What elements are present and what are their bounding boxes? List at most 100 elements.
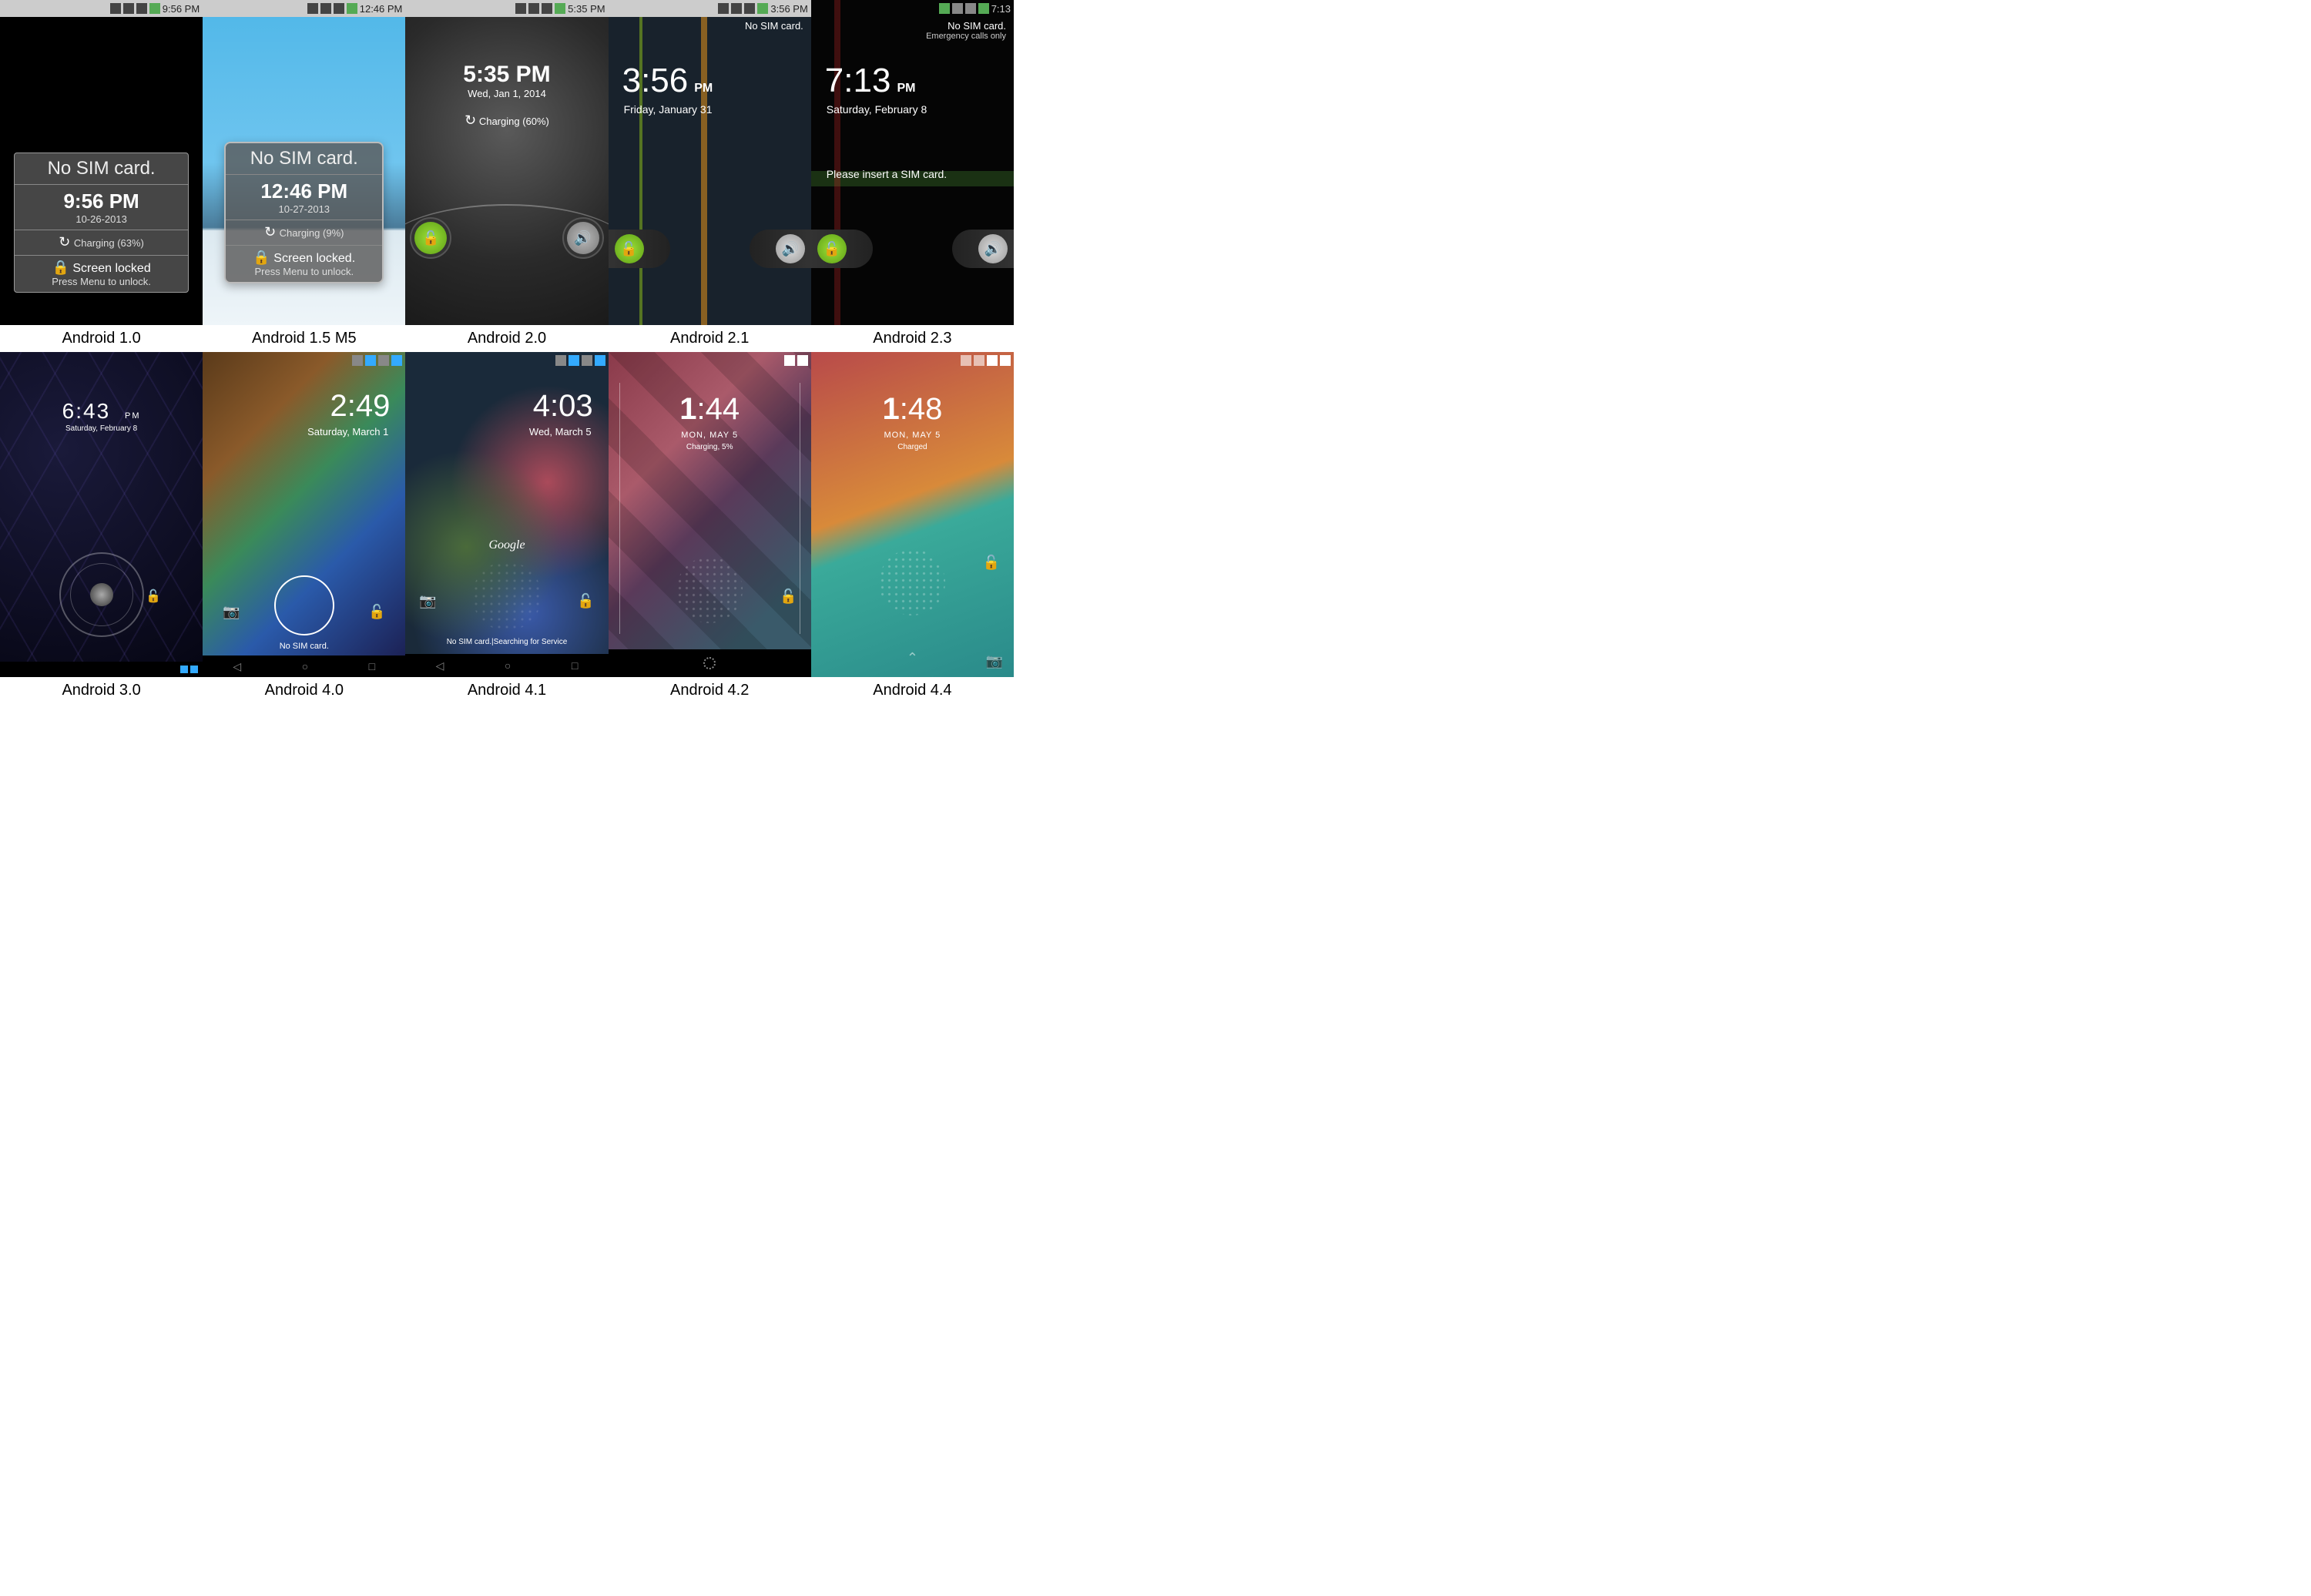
signal-icon	[952, 3, 963, 14]
unlock-tab[interactable]: 🔓	[609, 230, 670, 268]
lockscreen-android-4-0: 2:49 Saturday, March 1 📷 🔓 No SIM card. …	[203, 352, 405, 677]
unlock-ring[interactable]	[472, 562, 542, 631]
unlock-ring[interactable]	[879, 549, 945, 615]
clock-date: Wed, Jan 1, 2014	[405, 88, 608, 99]
recents-icon[interactable]: □	[369, 660, 375, 672]
clock-time: 4:03	[533, 389, 593, 424]
clock-date: Friday, January 31	[624, 103, 713, 116]
signal-icon	[378, 355, 389, 366]
wifi-icon	[365, 355, 376, 366]
clock-time: 2:49	[330, 389, 391, 424]
status-bar: 12:46 PM	[203, 0, 405, 17]
vibrate-icon	[352, 355, 363, 366]
back-icon[interactable]: ◁	[233, 660, 241, 673]
clock-time: 12:46 PM	[226, 179, 382, 203]
charging-text: Charging (9%)	[280, 227, 344, 239]
charge-icon: ↻	[59, 235, 70, 249]
signal-bars-icon	[965, 3, 976, 14]
warning-icon	[528, 3, 539, 14]
caption: Android 4.1	[405, 677, 608, 704]
charge-icon: ↻	[264, 225, 276, 239]
recents-icon[interactable]: □	[572, 659, 578, 672]
sim-message: Please insert a SIM card.	[827, 168, 947, 180]
sd-icon	[718, 3, 729, 14]
back-icon[interactable]: ◁	[436, 659, 444, 672]
sd-icon	[515, 3, 526, 14]
battery-icon	[978, 3, 989, 14]
chevron-up-icon[interactable]: ⌃	[811, 650, 1014, 666]
lock-card: No SIM card. 12:46 PM10-27-2013 ↻ Chargi…	[224, 142, 384, 283]
no-sim-text: No SIM card.	[15, 158, 188, 179]
charging-text: Charging, 5%	[609, 443, 811, 451]
status-time: 7:13	[991, 3, 1011, 15]
wifi-icon	[569, 355, 579, 366]
home-icon[interactable]: ○	[302, 660, 308, 672]
home-icon[interactable]: ○	[505, 659, 511, 672]
sound-slider[interactable]: 🔊	[567, 222, 599, 254]
location-icon	[974, 355, 984, 366]
unlock-icon[interactable]: 🔓	[983, 555, 1000, 569]
google-text[interactable]: Google	[405, 538, 608, 552]
status-bar: 7:13	[811, 0, 1014, 17]
clock-time: 5:35 PM	[405, 62, 608, 88]
screenshot-grid: 9:56 PM No SIM card. 9:56 PM10-26-2013 ↻…	[0, 0, 1014, 704]
lockscreen-android-4-1: 4:03 Wed, March 5 Google 📷 🔓 No SIM card…	[405, 352, 608, 677]
unlock-ring[interactable]	[676, 557, 743, 623]
bluetooth-icon	[961, 355, 971, 366]
caption: Android 2.1	[609, 325, 811, 352]
caption: Android 4.0	[203, 677, 405, 704]
wifi-icon	[784, 355, 795, 366]
clock-time: 1:44	[609, 392, 811, 427]
signal-icon	[320, 3, 331, 14]
clock-date: MON, MAY 5	[609, 431, 811, 440]
lockscreen-android-4-4: 1:48 MON, MAY 5 Charged 🔓 ⌃ 📷	[811, 352, 1014, 677]
no-sim-text: No SIM card.	[745, 20, 803, 32]
battery-icon	[391, 355, 402, 366]
status-bar	[609, 352, 811, 369]
camera-icon[interactable]: 📷	[223, 605, 240, 619]
status-bar	[203, 352, 405, 369]
wifi-icon	[987, 355, 998, 366]
camera-icon[interactable]: 📷	[419, 594, 436, 608]
camera-icon[interactable]: 📷	[986, 654, 1003, 668]
unlock-ring[interactable]	[59, 552, 144, 637]
unlock-icon[interactable]: 🔓	[780, 589, 797, 603]
clock-date: Saturday, March 1	[307, 426, 388, 438]
caption: Android 3.0	[0, 677, 203, 704]
lockscreen-android-2-0: 5:35 PM 5:35 PM Wed, Jan 1, 2014 ↻ Charg…	[405, 0, 608, 325]
unlock-ring[interactable]	[274, 575, 334, 635]
caption: Android 4.2	[609, 677, 811, 704]
unlock-hint: Press Menu to unlock.	[15, 276, 188, 287]
caption: Android 1.0	[0, 325, 203, 352]
unlock-handle[interactable]	[90, 583, 113, 606]
caption: Android 2.0	[405, 325, 608, 352]
vibrate-icon	[555, 355, 566, 366]
caption: Android 2.3	[811, 325, 1014, 352]
unlock-tab[interactable]: 🔓	[811, 230, 873, 268]
clock-time: 6:43 PM	[0, 398, 203, 424]
unlock-icon[interactable]: 🔓	[577, 594, 594, 608]
battery-icon	[149, 3, 160, 14]
caption: Android 4.4	[811, 677, 1014, 704]
clock-date: Saturday, February 8	[0, 424, 203, 433]
clock-date: MON, MAY 5	[811, 431, 1014, 440]
locked-text: Screen locked	[72, 262, 150, 275]
nav-bar: ◁ ○ □	[405, 654, 608, 677]
lockscreen-android-1-0: 9:56 PM No SIM card. 9:56 PM10-26-2013 ↻…	[0, 0, 203, 325]
charge-icon: ↻	[465, 113, 476, 127]
lockscreen-android-4-2: 1:44 MON, MAY 5 Charging, 5% 🔓	[609, 352, 811, 677]
unlock-icon[interactable]: 🔓	[368, 605, 385, 619]
nav-bar	[609, 649, 811, 677]
clock-date: Wed, March 5	[529, 426, 592, 438]
clock-date: 10-26-2013	[15, 213, 188, 225]
lock-icon: 🔓	[146, 591, 161, 603]
no-sim-text: No SIM card.	[226, 148, 382, 169]
clock-time: 3:56PM	[622, 62, 713, 100]
battery-icon	[757, 3, 768, 14]
battery-icon	[1000, 355, 1011, 366]
unlock-hint: Press Menu to unlock.	[226, 266, 382, 277]
clock-time: 9:56 PM	[15, 189, 188, 213]
sound-tab[interactable]: 🔊	[952, 230, 1014, 268]
sound-tab[interactable]: 🔊	[750, 230, 811, 268]
clock-time: 7:13PM	[825, 62, 916, 100]
